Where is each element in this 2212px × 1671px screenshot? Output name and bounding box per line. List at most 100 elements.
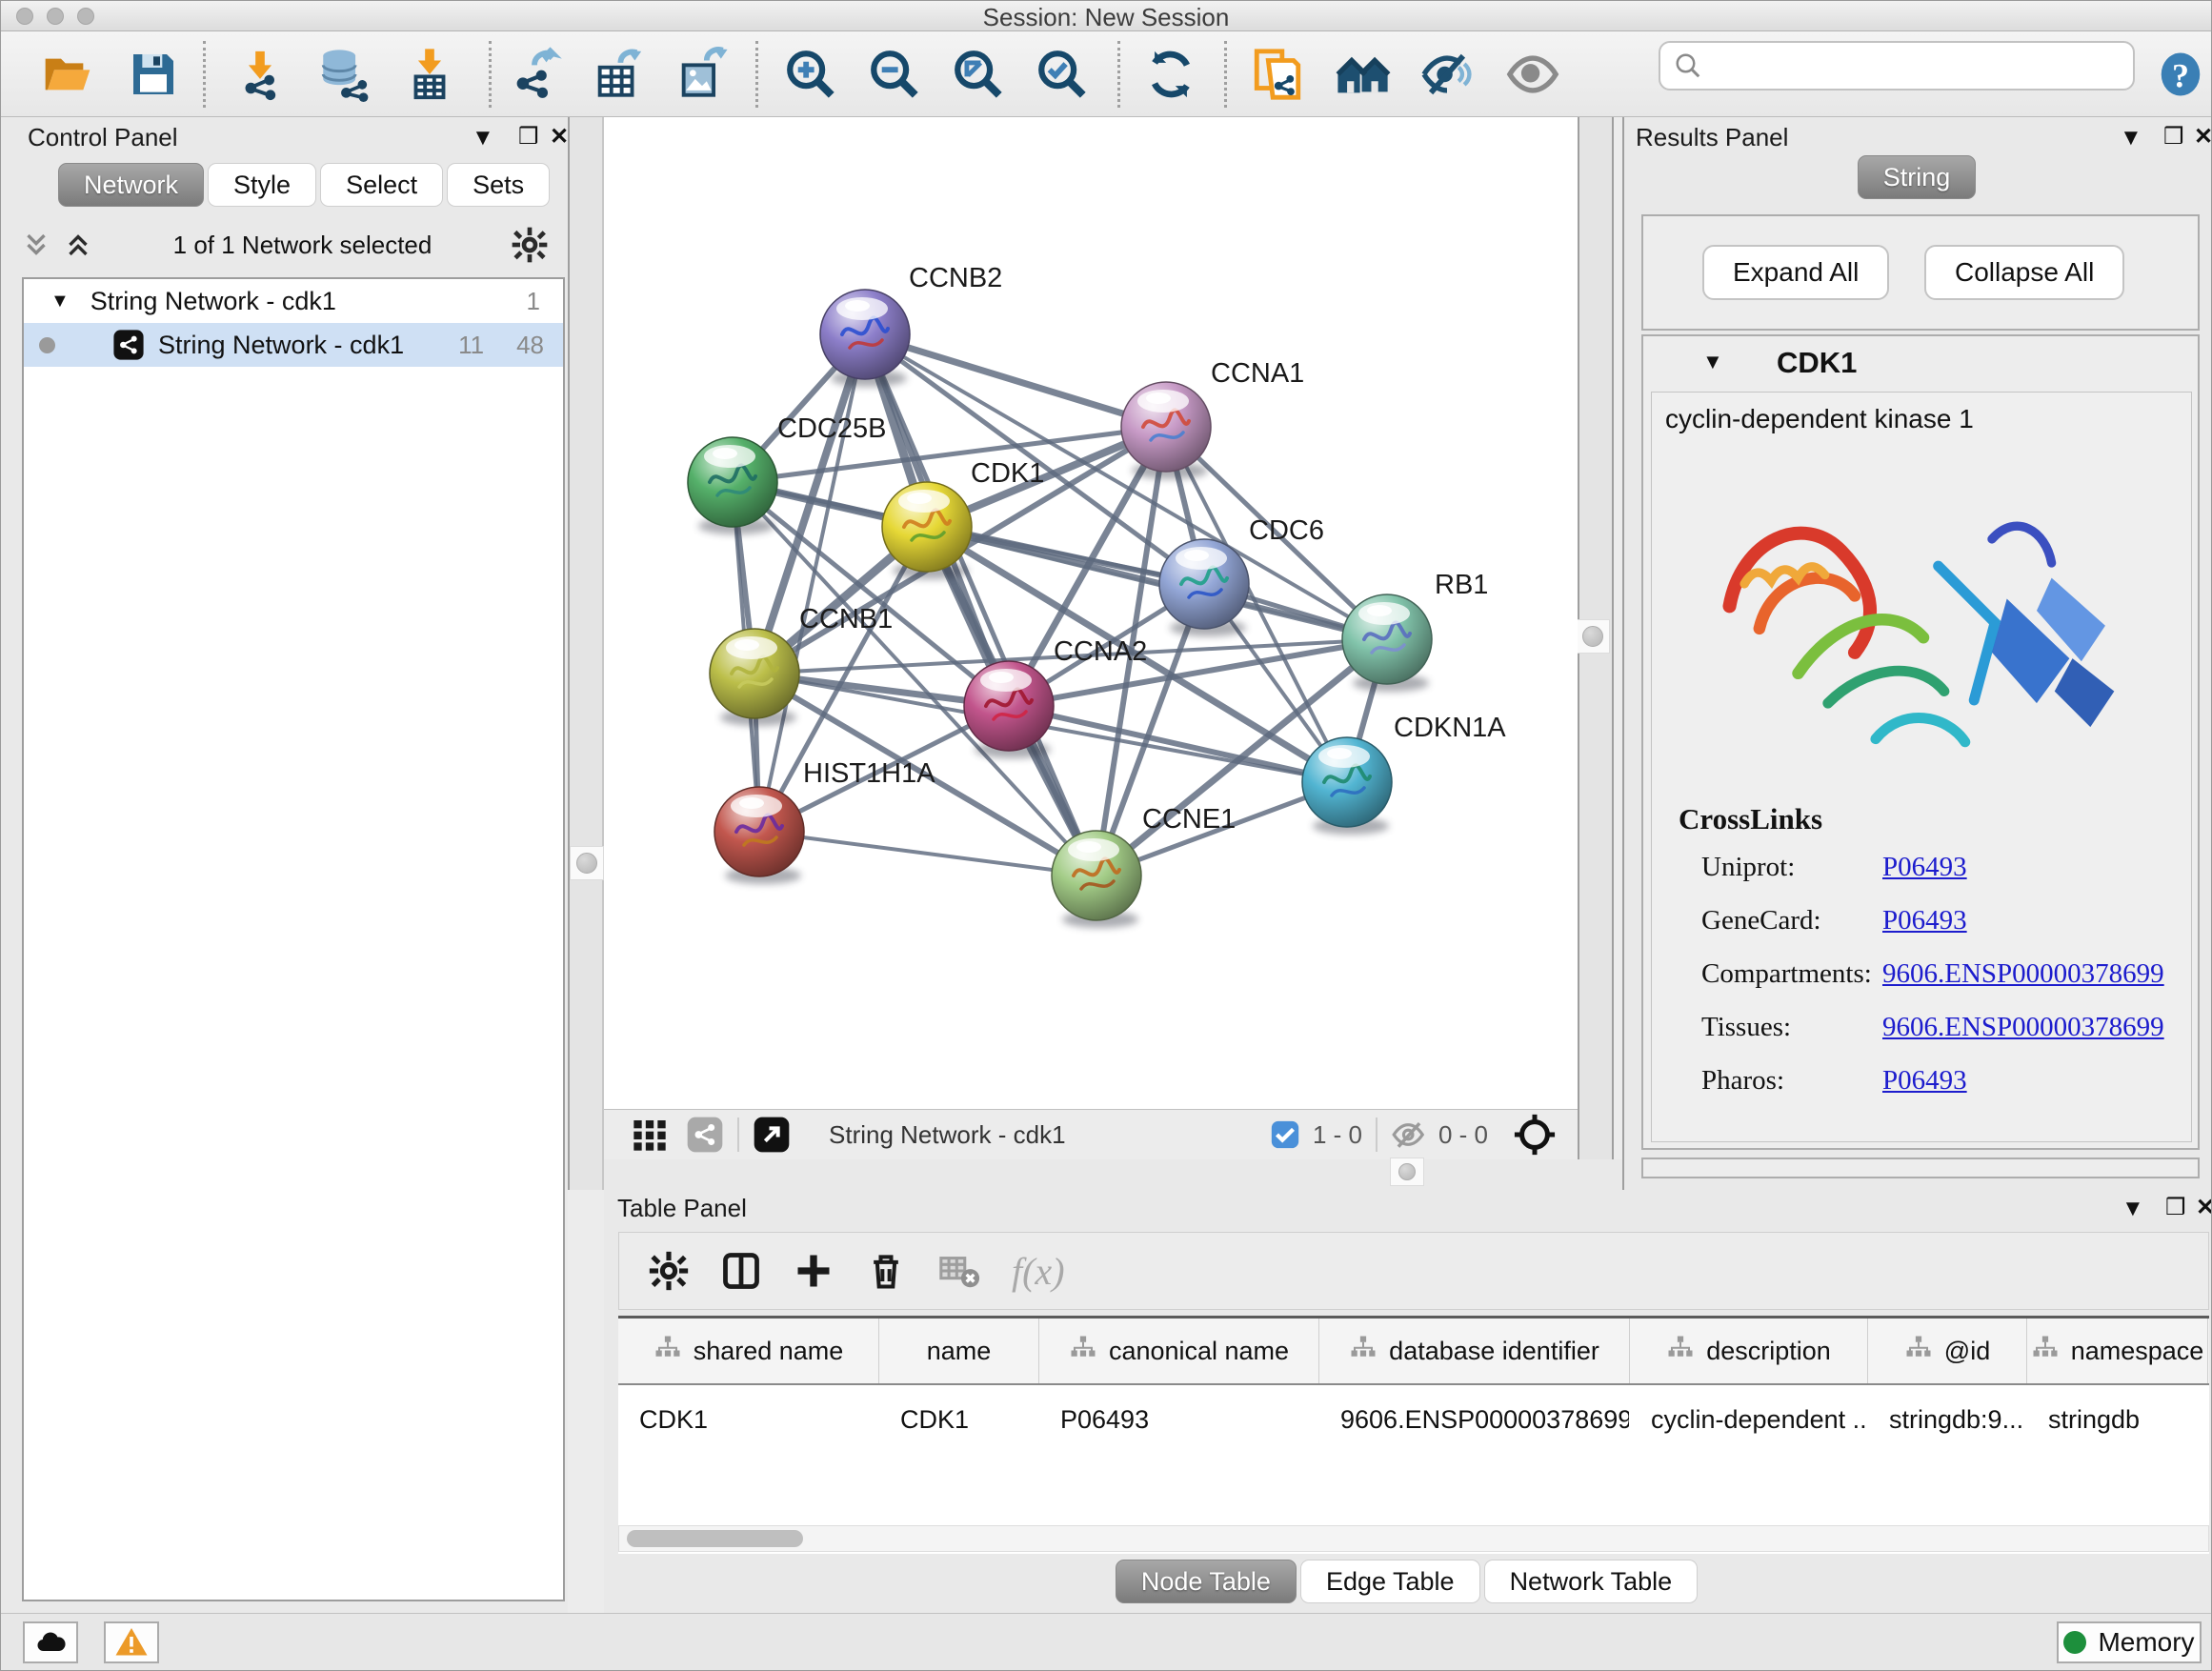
tab-edge-table[interactable]: Edge Table bbox=[1300, 1560, 1480, 1603]
import-network-file-icon[interactable] bbox=[230, 44, 291, 105]
network-overview-icon[interactable] bbox=[686, 1116, 724, 1154]
crosslink-link[interactable]: 9606.ENSP00000378699 bbox=[1882, 1012, 2164, 1065]
network-node-CCNA1[interactable]: CCNA1 bbox=[1121, 358, 1304, 479]
import-network-database-icon[interactable] bbox=[313, 44, 374, 105]
table-cell[interactable]: stringdb bbox=[2027, 1385, 2208, 1454]
column-header-@id[interactable]: @id bbox=[1868, 1319, 2027, 1383]
table-panel: Table Panel ▼ ❒ ✕ f(x) shared namenameca… bbox=[604, 1190, 2212, 1613]
gene-section-header[interactable]: ▼ CDK1 bbox=[1643, 346, 2198, 388]
scrollbar-thumb[interactable] bbox=[627, 1530, 803, 1547]
table-cell[interactable]: CDK1 bbox=[879, 1385, 1039, 1454]
warnings-button[interactable] bbox=[104, 1621, 159, 1663]
network-options-gear-icon[interactable] bbox=[511, 226, 549, 264]
open-session-icon[interactable] bbox=[37, 44, 98, 105]
help-button[interactable]: ? bbox=[2150, 44, 2211, 105]
right-splitter[interactable] bbox=[1578, 117, 1614, 1190]
table-row[interactable]: CDK1CDK1P064939606.ENSP00000378699cyclin… bbox=[618, 1385, 2209, 1454]
table-cell[interactable]: CDK1 bbox=[618, 1385, 879, 1454]
results-panel-close-icon[interactable]: ✕ bbox=[2194, 123, 2212, 151]
add-column-icon[interactable] bbox=[793, 1250, 835, 1292]
crosslink-link[interactable]: 9606.ENSP00000378699 bbox=[1882, 958, 2164, 1012]
right-splitter-handle[interactable] bbox=[1576, 619, 1610, 654]
network-node-CCNB1[interactable]: CCNB1 bbox=[710, 604, 893, 726]
tab-node-table[interactable]: Node Table bbox=[1116, 1560, 1297, 1603]
table-settings-gear-icon[interactable] bbox=[648, 1250, 690, 1292]
network-canvas[interactable]: CCNB2CCNA1CDC25BCDK1CDC6RB1CCNB1CCNA2CDK… bbox=[604, 117, 1578, 1109]
selected-counts: 1 - 0 bbox=[1313, 1120, 1362, 1150]
string-home-icon[interactable] bbox=[1333, 44, 1394, 105]
horizontal-splitter-handle[interactable] bbox=[1390, 1158, 1424, 1186]
import-table-file-icon[interactable] bbox=[399, 44, 460, 105]
table-cell[interactable]: stringdb:9... bbox=[1868, 1385, 2027, 1454]
results-panel-menu-icon[interactable]: ▼ bbox=[2120, 125, 2142, 151]
crosslink-link[interactable]: P06493 bbox=[1882, 905, 1967, 958]
tab-style[interactable]: Style bbox=[208, 163, 316, 207]
collapse-all-button[interactable]: Collapse All bbox=[1924, 245, 2124, 300]
results-panel-float-icon[interactable]: ❒ bbox=[2163, 123, 2184, 151]
tab-select[interactable]: Select bbox=[320, 163, 443, 207]
network-collection-row[interactable]: ▼ String Network - cdk1 1 bbox=[24, 279, 563, 323]
column-header-name[interactable]: name bbox=[879, 1319, 1039, 1383]
gene-expander-icon[interactable]: ▼ bbox=[1702, 350, 1723, 374]
left-splitter-handle[interactable] bbox=[570, 846, 604, 880]
table-cell[interactable]: P06493 bbox=[1039, 1385, 1319, 1454]
expand-all-button[interactable]: Expand All bbox=[1702, 245, 1889, 300]
network-row-selected[interactable]: String Network - cdk1 11 48 bbox=[24, 323, 563, 367]
collapse-all-icon[interactable] bbox=[20, 229, 52, 261]
network-edge-HIST1H1A-CCNE1[interactable] bbox=[759, 832, 1096, 876]
birds-eye-grid-icon[interactable] bbox=[631, 1116, 669, 1154]
zoom-selected-icon[interactable] bbox=[1032, 44, 1093, 105]
zoom-fit-icon[interactable] bbox=[948, 44, 1009, 105]
show-all-eye-icon[interactable] bbox=[1502, 44, 1563, 105]
left-splitter[interactable] bbox=[568, 117, 604, 1190]
tab-network-table[interactable]: Network Table bbox=[1484, 1560, 1699, 1603]
collection-expander-icon[interactable]: ▼ bbox=[50, 291, 70, 312]
network-node-RB1[interactable]: RB1 bbox=[1342, 570, 1488, 692]
export-table-icon[interactable] bbox=[588, 44, 649, 105]
warning-icon bbox=[114, 1625, 149, 1660]
network-edge-CCNB2-HIST1H1A[interactable] bbox=[759, 334, 865, 832]
table-panel-float-icon[interactable]: ❒ bbox=[2165, 1194, 2186, 1221]
clone-network-icon[interactable] bbox=[1247, 44, 1308, 105]
crosslink-label: Pharos: bbox=[1701, 1065, 1882, 1118]
network-edge-CCNA2-CDKN1A[interactable] bbox=[1009, 706, 1347, 782]
tab-string[interactable]: String bbox=[1858, 155, 1977, 199]
tab-network[interactable]: Network bbox=[58, 163, 204, 207]
column-header-description[interactable]: description bbox=[1630, 1319, 1868, 1383]
zoom-out-icon[interactable] bbox=[864, 44, 925, 105]
show-columns-icon[interactable] bbox=[720, 1250, 762, 1292]
memory-button[interactable]: Memory bbox=[2057, 1621, 2202, 1663]
column-header-canonical-name[interactable]: canonical name bbox=[1039, 1319, 1319, 1383]
crosslink-link[interactable]: P06493 bbox=[1882, 852, 1967, 905]
network-node-CCNE1[interactable]: CCNE1 bbox=[1052, 804, 1236, 928]
table-horizontal-scrollbar[interactable] bbox=[618, 1525, 2209, 1552]
expand-all-icon[interactable] bbox=[62, 229, 94, 261]
cloud-button[interactable] bbox=[23, 1621, 78, 1663]
delete-column-icon[interactable] bbox=[865, 1250, 907, 1292]
hide-selected-eye-icon[interactable] bbox=[1417, 44, 1478, 105]
control-panel-menu-icon[interactable]: ▼ bbox=[472, 125, 494, 151]
table-panel-close-icon[interactable]: ✕ bbox=[2196, 1194, 2212, 1221]
table-panel-menu-icon[interactable]: ▼ bbox=[2122, 1196, 2144, 1222]
control-panel-close-icon[interactable]: ✕ bbox=[550, 123, 569, 151]
refresh-layout-icon[interactable] bbox=[1140, 44, 1201, 105]
crosslink-link[interactable]: P06493 bbox=[1882, 1065, 1967, 1118]
network-node-HIST1H1A[interactable]: HIST1H1A bbox=[714, 758, 935, 884]
table-cell[interactable]: cyclin-dependent ... bbox=[1630, 1385, 1868, 1454]
export-network-icon[interactable] bbox=[504, 44, 565, 105]
results-panel: Results Panel ▼ ❒ ✕ String Expand All Co… bbox=[1622, 117, 2212, 1190]
network-node-CDKN1A[interactable]: CDKN1A bbox=[1302, 713, 1506, 835]
fit-content-crosshair-icon[interactable] bbox=[1513, 1113, 1557, 1157]
column-header-namespace[interactable]: namespace bbox=[2027, 1319, 2208, 1383]
column-header-shared-name[interactable]: shared name bbox=[618, 1319, 879, 1383]
zoom-in-icon[interactable] bbox=[780, 44, 841, 105]
column-header-database-identifier[interactable]: database identifier bbox=[1319, 1319, 1630, 1383]
export-image-icon[interactable] bbox=[672, 44, 733, 105]
search-input[interactable] bbox=[1712, 50, 2133, 82]
table-cell[interactable]: 9606.ENSP00000378699 bbox=[1319, 1385, 1630, 1454]
tab-sets[interactable]: Sets bbox=[447, 163, 550, 207]
save-session-icon[interactable] bbox=[123, 44, 184, 105]
open-in-window-icon[interactable] bbox=[753, 1116, 791, 1154]
control-panel-float-icon[interactable]: ❒ bbox=[518, 123, 539, 151]
network-edge-CCNB2-CCNA1[interactable] bbox=[865, 334, 1166, 427]
